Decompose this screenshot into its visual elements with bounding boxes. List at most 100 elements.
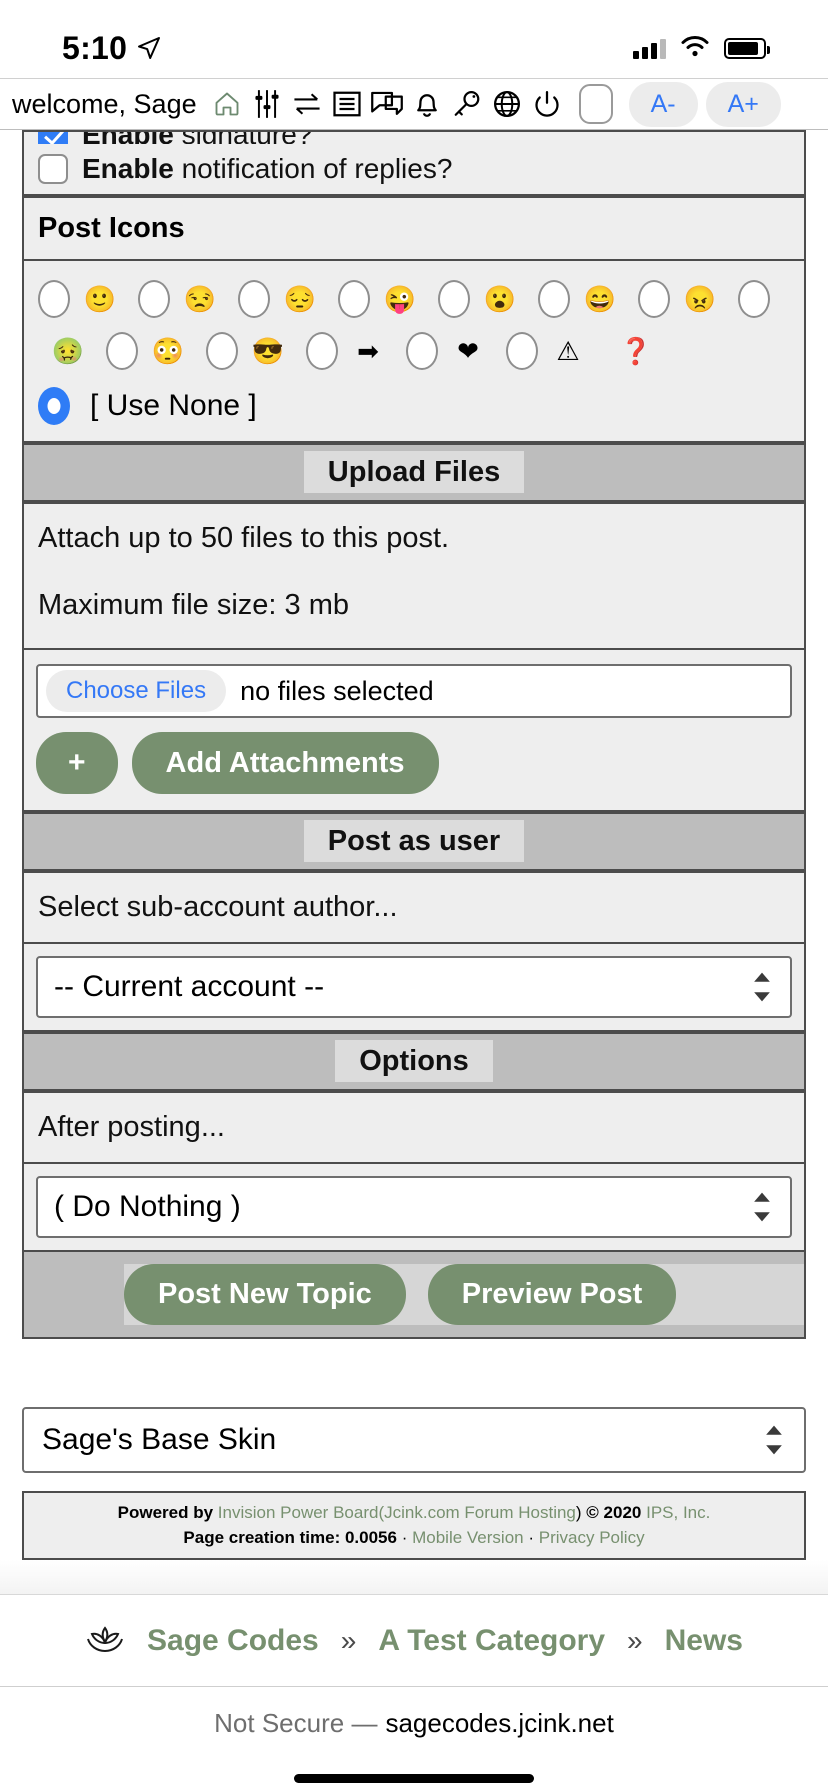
- chevron-updown-icon: [750, 1190, 774, 1224]
- transfer-arrows-icon[interactable]: [290, 87, 324, 121]
- preview-post-button[interactable]: Preview Post: [427, 1264, 677, 1325]
- key-icon[interactable]: [450, 87, 484, 121]
- skin-select[interactable]: Sage's Base Skin: [22, 1407, 806, 1473]
- no-files-selected-label: no files selected: [240, 675, 434, 706]
- tongue-icon[interactable]: 😜: [380, 277, 420, 321]
- enable-notification-row[interactable]: Enable notification of replies?: [24, 144, 804, 194]
- status-bar-clock: 5:10: [62, 29, 128, 66]
- after-posting-select-value: ( Do Nothing ): [54, 1190, 241, 1223]
- use-none-radio[interactable]: [38, 387, 70, 425]
- post-icon-radio[interactable]: [738, 280, 770, 318]
- upload-line-2: Maximum file size: 3 mb: [38, 589, 350, 621]
- home-icon[interactable]: [210, 87, 244, 121]
- breadcrumb-item-1[interactable]: A Test Category: [378, 1624, 605, 1658]
- add-file-row-button[interactable]: +: [36, 732, 118, 794]
- post-icon-radio[interactable]: [238, 280, 270, 318]
- sick-green-icon[interactable]: 🤢: [48, 329, 88, 373]
- post-icon-radio[interactable]: [506, 332, 538, 370]
- use-none-label: [ Use None ]: [90, 389, 257, 422]
- breadcrumb-item-2[interactable]: News: [665, 1624, 743, 1658]
- font-increase-button[interactable]: A+: [705, 81, 781, 127]
- post-icon-radio[interactable]: [38, 280, 70, 318]
- angry-icon[interactable]: 😠: [680, 277, 720, 321]
- font-decrease-button[interactable]: A-: [628, 81, 698, 127]
- sliders-icon[interactable]: [250, 87, 284, 121]
- upload-files-panel: Upload Files Attach up to 50 files to th…: [22, 443, 806, 812]
- options-description: After posting...: [24, 1091, 804, 1162]
- question-icon[interactable]: ❓: [616, 329, 656, 373]
- smile-icon[interactable]: 🙂: [80, 277, 120, 321]
- sub-account-select-box: -- Current account --: [24, 942, 804, 1030]
- post-icon-radio[interactable]: [106, 332, 138, 370]
- footer-dot-2: ·: [528, 1527, 535, 1547]
- url-host-label: sagecodes.jcink.net: [385, 1708, 614, 1739]
- choose-files-button[interactable]: Choose Files: [46, 670, 227, 712]
- after-posting-select[interactable]: ( Do Nothing ): [36, 1176, 792, 1238]
- cellular-signal-icon: [633, 37, 666, 59]
- sunglasses-icon[interactable]: 😎: [248, 329, 288, 373]
- breadcrumb-item-0[interactable]: Sage Codes: [147, 1624, 319, 1658]
- enable-signature-row-clipped[interactable]: Enable signature?: [24, 132, 804, 144]
- post-icon-radio[interactable]: [206, 332, 238, 370]
- dark-mode-toggle[interactable]: [578, 84, 613, 124]
- unimpressed-icon[interactable]: 😒: [180, 277, 220, 321]
- submit-bar-inner: Post New Topic Preview Post: [124, 1264, 804, 1325]
- ipb-link[interactable]: Invision Power Board: [218, 1503, 379, 1522]
- wifi-icon: [680, 35, 710, 62]
- exclamation-icon[interactable]: ⚠: [548, 329, 588, 373]
- sub-account-select[interactable]: -- Current account --: [36, 956, 792, 1018]
- browser-url-bar[interactable]: Not Secure — sagecodes.jcink.net: [0, 1686, 828, 1761]
- post-as-user-panel: Post as user Select sub-account author..…: [22, 812, 806, 1032]
- breadcrumb: Sage Codes » A Test Category » News: [0, 1594, 828, 1687]
- power-icon[interactable]: [530, 87, 564, 121]
- use-none-row[interactable]: [ Use None ]: [38, 377, 790, 431]
- enable-notification-label: Enable notification of replies?: [82, 153, 453, 184]
- file-upload-box: Choose Files no files selected + Add Att…: [24, 648, 804, 810]
- upload-line-1: Attach up to 50 files to this post.: [38, 522, 450, 554]
- post-new-topic-button[interactable]: Post New Topic: [124, 1264, 406, 1325]
- security-status-label: Not Secure —: [214, 1708, 378, 1739]
- options-title-bar: Options: [24, 1032, 804, 1091]
- sad-icon[interactable]: 😔: [280, 277, 320, 321]
- chat-bubbles-icon[interactable]: [370, 87, 404, 121]
- post-as-user-description: Select sub-account author...: [24, 871, 804, 942]
- heart-icon[interactable]: ❤: [448, 329, 488, 373]
- upload-files-title-bar: Upload Files: [24, 443, 804, 502]
- post-icon-radio[interactable]: [538, 280, 570, 318]
- lotus-icon[interactable]: [85, 1624, 125, 1658]
- mobile-version-link[interactable]: Mobile Version: [412, 1528, 524, 1547]
- bell-icon[interactable]: [410, 87, 444, 121]
- footer-dot-1: ·: [401, 1527, 408, 1547]
- add-attachments-button[interactable]: Add Attachments: [131, 732, 439, 794]
- status-bar-right: [633, 35, 770, 62]
- jcink-link[interactable]: Jcink.com Forum Hosting: [384, 1503, 576, 1522]
- chevron-updown-icon: [762, 1423, 786, 1457]
- privacy-policy-link[interactable]: Privacy Policy: [539, 1528, 645, 1547]
- post-icon-radio[interactable]: [638, 280, 670, 318]
- post-icon-radio[interactable]: [338, 280, 370, 318]
- copyright-year: © 2020: [586, 1503, 642, 1522]
- post-as-user-title-bar: Post as user: [24, 812, 804, 871]
- surprised-icon[interactable]: 😮: [480, 277, 520, 321]
- home-indicator: [0, 1760, 828, 1792]
- options-panel: Options After posting... ( Do Nothing ) …: [22, 1032, 806, 1339]
- shocked-icon[interactable]: 😳: [148, 329, 188, 373]
- arrow-icon[interactable]: ➡: [348, 329, 388, 373]
- enable-signature-checkbox[interactable]: [38, 132, 68, 144]
- document-list-icon[interactable]: [330, 87, 364, 121]
- powered-by-label: Powered by: [117, 1503, 214, 1522]
- ips-label: IPS, Inc.: [646, 1503, 711, 1522]
- footer-copyright: Powered by Invision Power Board(Jcink.co…: [22, 1491, 806, 1561]
- globe-icon[interactable]: [490, 87, 524, 121]
- file-input[interactable]: Choose Files no files selected: [36, 664, 792, 718]
- post-icon-radio[interactable]: [138, 280, 170, 318]
- post-icons-title: Post Icons: [24, 196, 804, 259]
- forum-header-bar: welcome, Sage A- A+: [0, 78, 828, 130]
- post-icon-radio[interactable]: [306, 332, 338, 370]
- enable-notification-checkbox[interactable]: [38, 154, 68, 184]
- battery-icon: [724, 37, 770, 59]
- post-icon-radio[interactable]: [406, 332, 438, 370]
- breadcrumb-separator: »: [627, 1624, 643, 1656]
- laugh-icon[interactable]: 😄: [580, 277, 620, 321]
- post-icon-radio[interactable]: [438, 280, 470, 318]
